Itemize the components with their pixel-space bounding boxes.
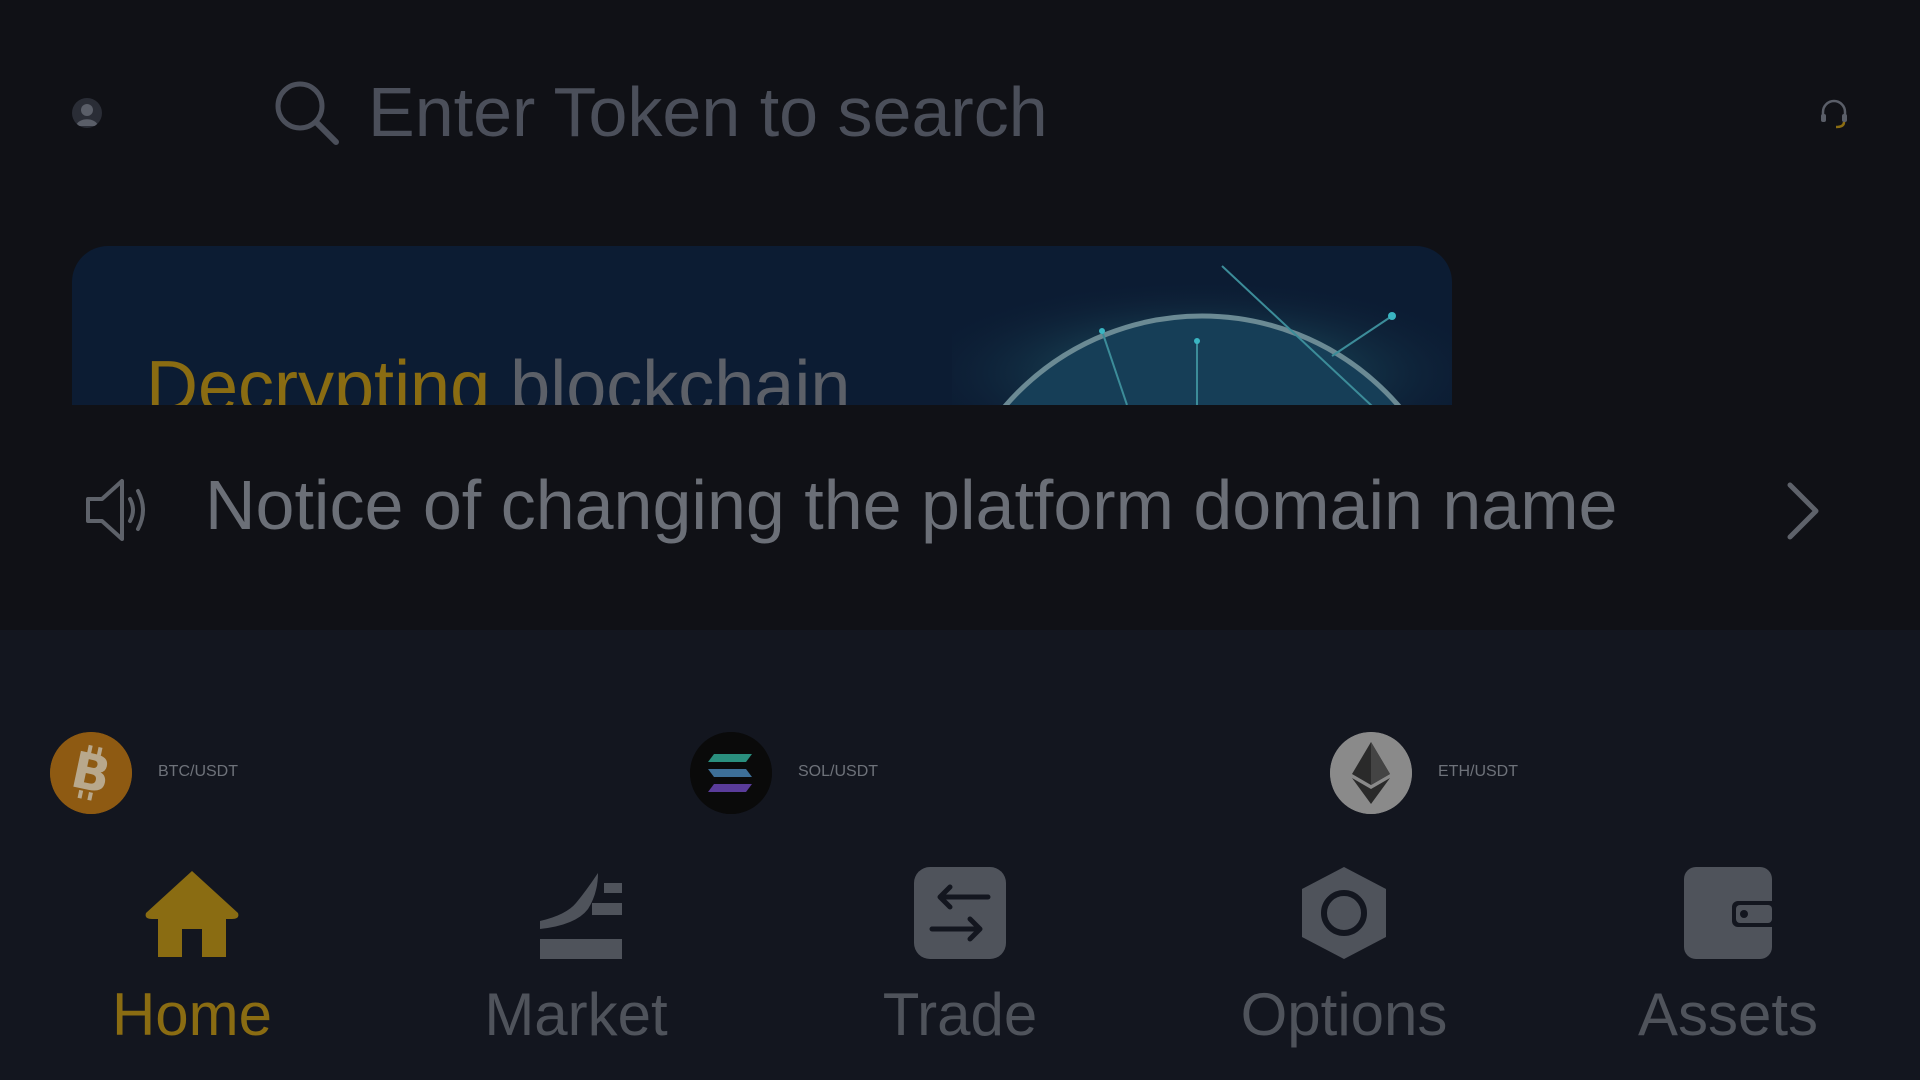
- ethereum-icon: [1330, 732, 1412, 814]
- tab-label: Trade: [882, 981, 1038, 1048]
- trade-icon: [910, 863, 1010, 968]
- notice-text[interactable]: Notice of changing the platform domain n…: [205, 465, 1617, 545]
- ticker-pair: BTC/USDT: [158, 763, 238, 780]
- chevron-right-icon[interactable]: [1782, 481, 1822, 546]
- banner-title: Decrypting blockchain: [146, 346, 850, 405]
- tab-market[interactable]: Market: [446, 855, 706, 1080]
- banner-title-highlight: Decrypting: [146, 347, 491, 405]
- options-icon: [1294, 863, 1394, 968]
- ticker-pair: SOL/USDT: [798, 763, 879, 780]
- tab-trade[interactable]: Trade: [830, 855, 1090, 1080]
- home-icon: [142, 863, 242, 968]
- ticker-row: B BTC/USDT SOL/USDT ETH/USDT: [0, 630, 1920, 855]
- tab-label: Assets: [1637, 981, 1819, 1048]
- banner-title-rest: blockchain: [510, 347, 851, 405]
- bitcoin-icon: B: [50, 732, 132, 814]
- tab-assets[interactable]: Assets: [1598, 855, 1858, 1080]
- tab-label: Options: [1240, 981, 1448, 1048]
- search-icon[interactable]: [270, 76, 342, 153]
- globe-illustration: [952, 246, 1452, 405]
- wallet-icon: [1678, 863, 1778, 968]
- bottom-tab-bar: Home Market Trade Options Assets: [0, 855, 1920, 1080]
- solana-icon: [690, 732, 772, 814]
- speaker-icon: [84, 477, 152, 548]
- tab-label: Home: [111, 981, 273, 1048]
- search-input[interactable]: Enter Token to search: [368, 72, 1048, 152]
- banner-area: Decrypting blockchain: [0, 220, 1920, 405]
- top-header: Enter Token to search: [0, 0, 1920, 220]
- tab-options[interactable]: Options: [1214, 855, 1474, 1080]
- tab-label: Market: [484, 981, 668, 1048]
- avatar[interactable]: [72, 98, 102, 128]
- headset-icon[interactable]: [1818, 98, 1850, 135]
- notice-bar[interactable]: Notice of changing the platform domain n…: [0, 405, 1920, 630]
- market-icon: [526, 863, 626, 968]
- tab-home[interactable]: Home: [62, 855, 322, 1080]
- ticker-pair: ETH/USDT: [1438, 763, 1518, 780]
- promo-banner[interactable]: Decrypting blockchain: [72, 246, 1452, 405]
